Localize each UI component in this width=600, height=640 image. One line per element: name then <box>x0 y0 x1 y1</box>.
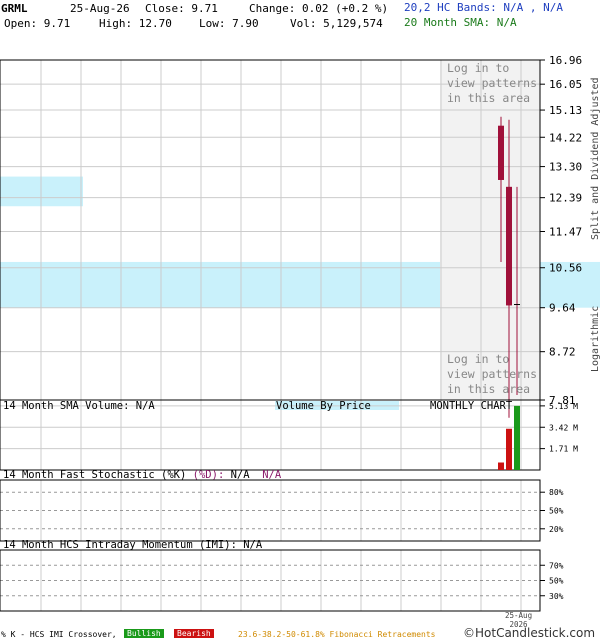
volume-bar-1 <box>506 428 512 470</box>
login-text-bottom-3: in this area <box>447 382 530 396</box>
price-tick-label-3: 14.22 <box>549 131 582 144</box>
bearish-tag: Bearish <box>174 629 214 638</box>
candle-body-1 <box>506 186 512 306</box>
stoch-ticks-label-0: 80% <box>549 488 564 497</box>
price-tick-label-9: 8.72 <box>549 346 576 359</box>
date-axis-day: 25-Aug <box>505 611 533 620</box>
stochastic-panel-title: 14 Month Fast Stochastic (%K) (%D): N/A … <box>3 469 281 481</box>
hotcandlestick-logo[interactable]: ©HotCandlestick.com <box>463 626 595 640</box>
stochastic-d-value: N/A <box>262 469 282 481</box>
volume-bar-2 <box>514 405 520 470</box>
imi-panel: 70% 50% 30% <box>0 549 564 612</box>
vol-ticks-label-0: 5.13 M <box>549 402 578 411</box>
login-text-top-3: in this area <box>447 91 530 105</box>
login-text-top-2: view patterns <box>447 76 537 90</box>
stoch-ticks-label-1: 50% <box>549 507 564 516</box>
imi-grid <box>0 550 540 611</box>
imi-ticks-label-1: 50% <box>549 577 564 586</box>
stochastic-d-label: (%D): <box>192 469 225 481</box>
price-tick-label-2: 15.13 <box>549 104 582 117</box>
price-tick-label-5: 12.39 <box>549 192 582 205</box>
price-tick-label-1: 16.05 <box>549 78 582 91</box>
login-text-top-1: Log in to <box>447 61 509 75</box>
chart-type-label: MONTHLY CHART <box>430 400 513 412</box>
stochastic-axis: 80% 50% 20% <box>540 488 564 534</box>
side-label-adjusted: Split and Dividend Adjusted <box>590 77 600 240</box>
imi-axis: 70% 50% 30% <box>540 561 564 601</box>
vbp-label: Volume By Price <box>276 400 371 412</box>
volume-panel-title: 14 Month SMA Volume: N/A <box>3 400 155 412</box>
stochastic-title: 14 Month Fast Stochastic (%K) <box>3 469 187 481</box>
price-tick-label-6: 11.47 <box>549 225 582 238</box>
vol-ticks-label-2: 1.71 M <box>549 445 578 454</box>
stoch-ticks-label-2: 20% <box>549 525 564 534</box>
vol-ticks-label-1: 3.42 M <box>549 423 578 432</box>
imi-ticks-label-0: 70% <box>549 561 564 570</box>
price-tick-label-8: 9.64 <box>549 302 576 315</box>
stochastic-grid <box>0 480 540 541</box>
price-axis: 16.96 16.05 15.13 14.22 13.30 12.39 11.47 10.56… <box>540 54 582 407</box>
bearish-label: Bearish <box>174 629 214 638</box>
fibonacci-label: 23.6-38.2-50-61.8% Fibonacci Retracement… <box>238 630 436 639</box>
candle-body-0 <box>498 125 504 180</box>
imi-ticks-label-2: 30% <box>549 592 564 601</box>
side-label-logarithmic: Logarithmic <box>590 306 600 372</box>
price-tick-label-7: 10.56 <box>549 262 582 275</box>
crossover-label: % K - HCS IMI Crossover, <box>1 630 117 639</box>
login-text-bottom-1: Log in to <box>447 352 509 366</box>
price-tick-label-0: 16.96 <box>549 54 582 67</box>
volume-axis: 5.13 M 3.42 M 1.71 M <box>540 402 578 454</box>
price-panel: 16.96 16.05 15.13 14.22 13.30 12.39 11.47 10.56… <box>0 54 600 418</box>
stochastic-k-value: N/A <box>230 469 250 481</box>
volume-bar-0 <box>498 462 504 470</box>
bullish-label: Bullish <box>124 629 164 638</box>
login-text-bottom-2: view patterns <box>447 367 537 381</box>
price-tick-label-4: 13.30 <box>549 161 582 174</box>
stochastic-panel: 80% 50% 20% <box>0 479 564 542</box>
pattern-shade <box>440 61 540 400</box>
imi-panel-title: 14 Month HCS Intraday Momentum (IMI): N/… <box>3 539 263 551</box>
bullish-tag: Bullish <box>124 629 164 638</box>
